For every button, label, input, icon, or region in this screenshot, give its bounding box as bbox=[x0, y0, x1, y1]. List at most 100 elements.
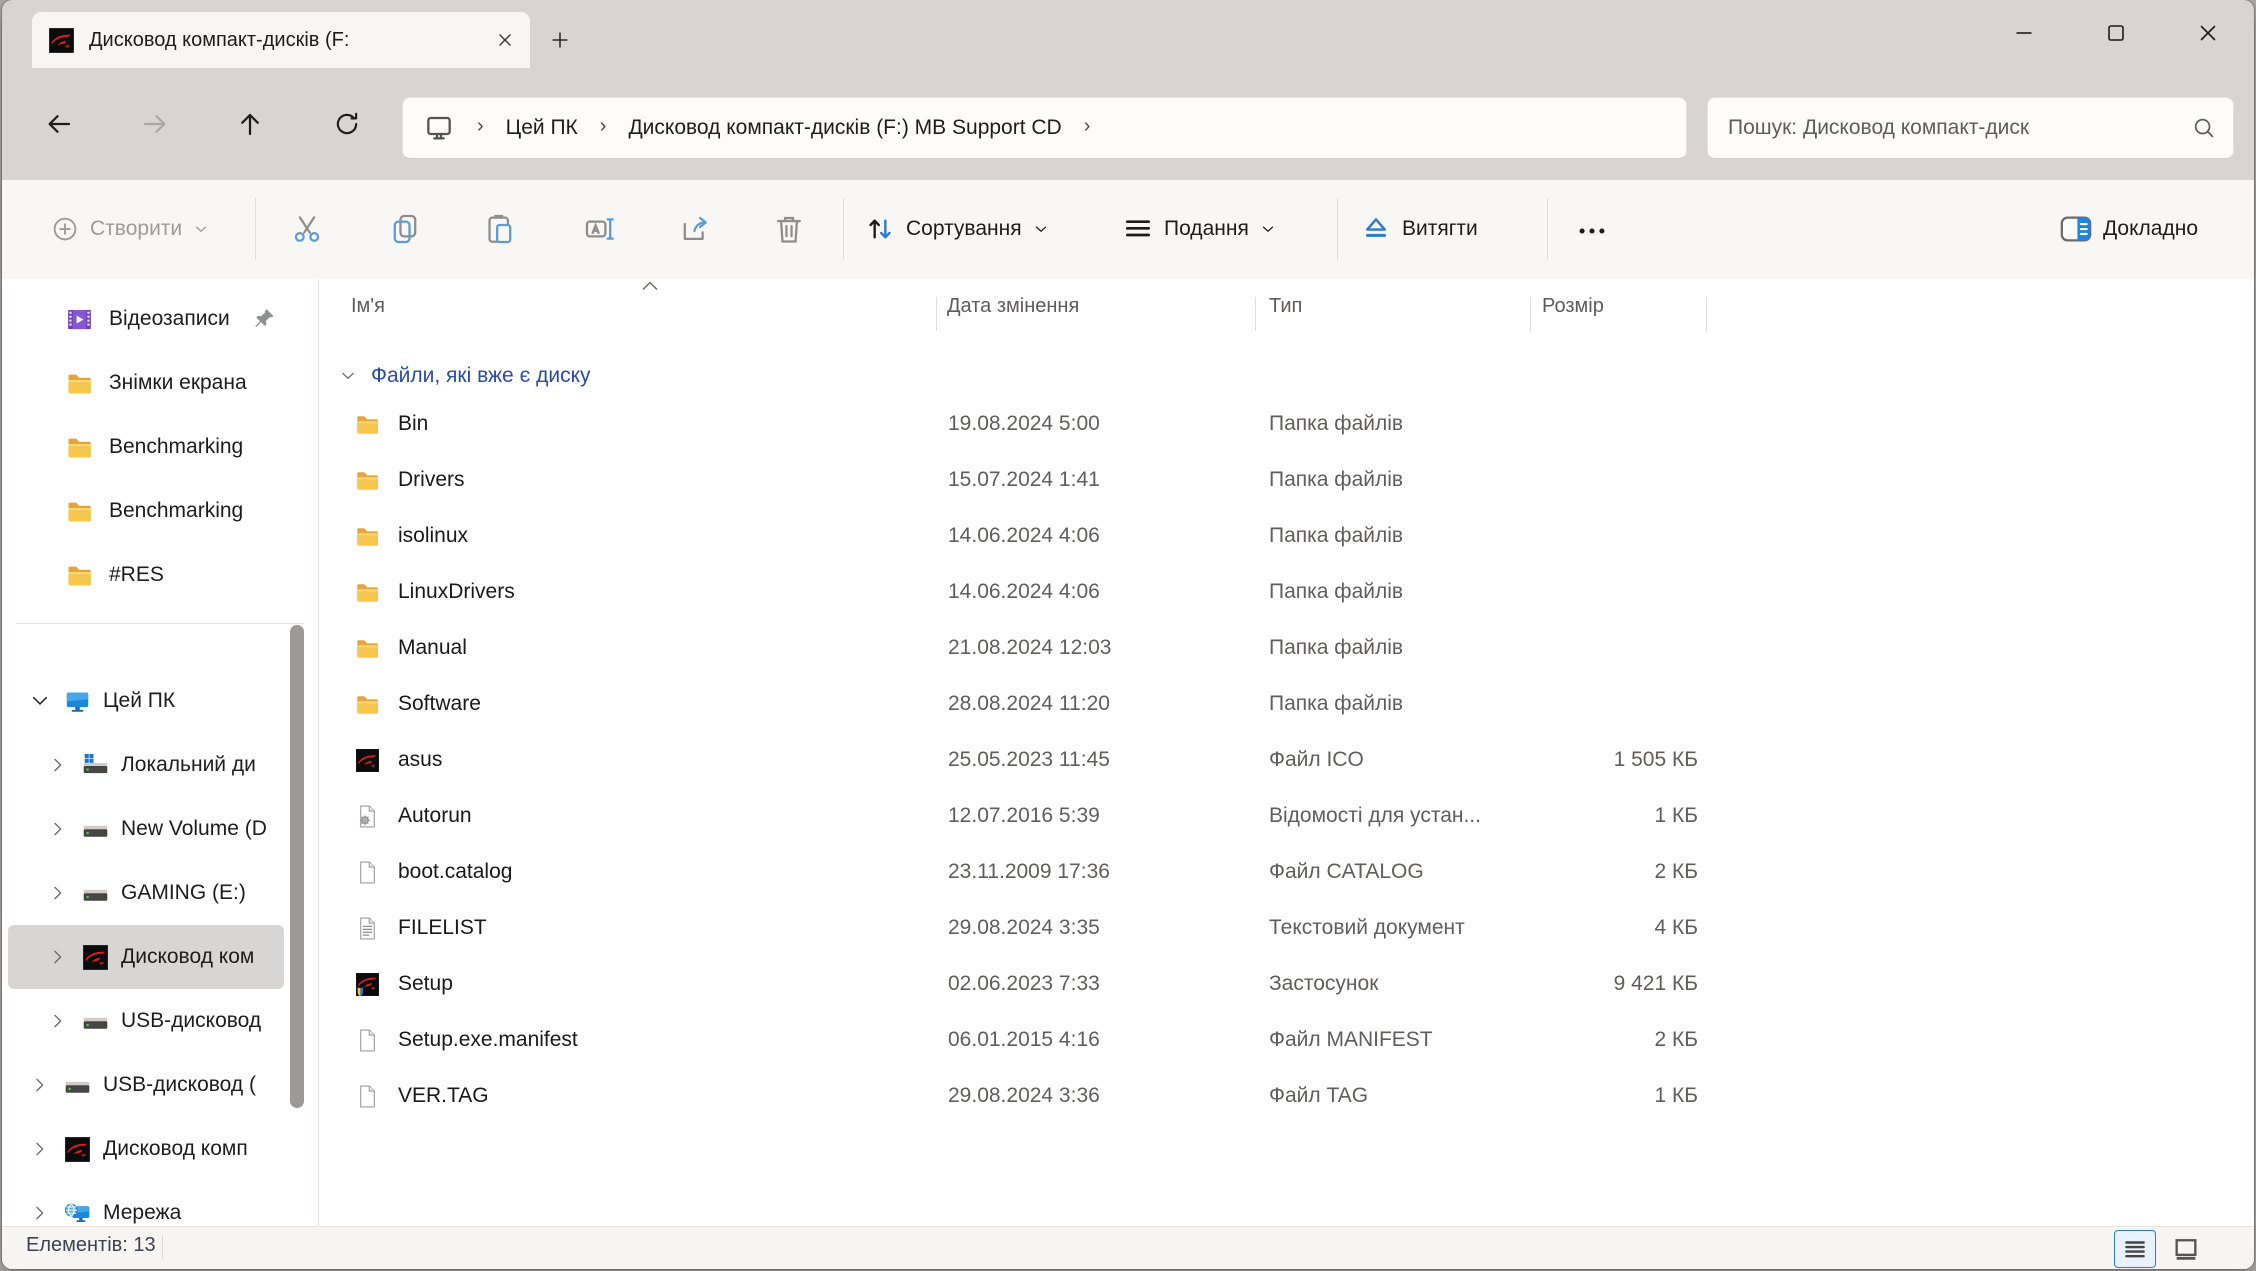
file-name-cell[interactable]: FILELIST bbox=[319, 916, 936, 941]
file-name-cell[interactable]: Setup.exe.manifest bbox=[319, 1028, 936, 1053]
table-row[interactable]: asus 25.05.2023 11:45 Файл ICO 1 505 КБ bbox=[319, 732, 2254, 788]
close-button[interactable] bbox=[2162, 0, 2254, 66]
tab-close-icon[interactable] bbox=[490, 25, 520, 55]
doc-icon bbox=[355, 1084, 380, 1109]
file-name-cell[interactable]: Manual bbox=[319, 636, 936, 661]
view-button[interactable]: Подання bbox=[1122, 180, 1277, 278]
table-row[interactable]: Setup.exe.manifest 06.01.2015 4:16 Файл MA… bbox=[319, 1012, 2254, 1068]
chevron-down-icon[interactable] bbox=[339, 367, 357, 385]
doc-icon bbox=[355, 860, 380, 885]
sidebar-tree-item[interactable]: GAMING (E:) bbox=[8, 861, 284, 925]
file-name-cell[interactable]: Drivers bbox=[319, 468, 936, 493]
chevron-right-icon[interactable] bbox=[46, 753, 70, 777]
sidebar-item-label: Відеозаписи bbox=[109, 307, 230, 330]
sidebar-tree-item[interactable]: Дисковод комп bbox=[8, 1117, 284, 1181]
column-header-name[interactable]: Ім'я bbox=[351, 295, 385, 318]
table-row[interactable]: boot.catalog 23.11.2009 17:36 Файл CATALOG… bbox=[319, 844, 2254, 900]
sidebar-pinned-item[interactable]: Benchmarking bbox=[8, 479, 284, 543]
file-name-cell[interactable]: Software bbox=[319, 692, 936, 717]
sort-button[interactable]: Сортування bbox=[864, 180, 1050, 278]
chevron-right-icon[interactable] bbox=[46, 881, 70, 905]
chevron-right-icon[interactable] bbox=[28, 1137, 52, 1161]
table-row[interactable]: Setup 02.06.2023 7:33 Застосунок 9 421 КБ bbox=[319, 956, 2254, 1012]
table-row[interactable]: Autorun 12.07.2016 5:39 Відомості для уста… bbox=[319, 788, 2254, 844]
more-options-button[interactable] bbox=[1567, 206, 1617, 256]
sidebar-pinned-item[interactable]: Знімки екрана bbox=[8, 351, 284, 415]
sidebar-tree-item[interactable]: Дисковод ком bbox=[8, 925, 284, 989]
sidebar-tree-item[interactable]: New Volume (D bbox=[8, 797, 284, 861]
disk-icon bbox=[82, 816, 109, 843]
chevron-right-icon[interactable] bbox=[28, 1201, 52, 1225]
file-name-cell[interactable]: LinuxDrivers bbox=[319, 580, 936, 605]
chevron-down-icon[interactable] bbox=[28, 689, 52, 713]
sidebar-pinned-item[interactable]: Benchmarking bbox=[8, 415, 284, 479]
table-row[interactable]: Drivers 15.07.2024 1:41 Папка файлів bbox=[319, 452, 2254, 508]
file-name-cell[interactable]: Setup bbox=[319, 972, 936, 997]
navigation-row: › Цей ПК › Дисковод компакт-дисків (F:) … bbox=[2, 68, 2254, 180]
rename-button[interactable] bbox=[575, 204, 625, 254]
chevron-right-icon[interactable] bbox=[46, 1009, 70, 1033]
rog-icon bbox=[64, 1136, 91, 1163]
table-row[interactable]: Bin 19.08.2024 5:00 Папка файлів bbox=[319, 396, 2254, 452]
sidebar-tree-item[interactable]: Локальний ди bbox=[8, 733, 284, 797]
column-header-date[interactable]: Дата змінення bbox=[947, 295, 1079, 318]
chevron-right-icon[interactable] bbox=[46, 817, 70, 841]
file-name-cell[interactable]: asus bbox=[319, 748, 936, 773]
new-tab-button[interactable] bbox=[540, 20, 580, 60]
file-date: 14.06.2024 4:06 bbox=[948, 580, 1100, 603]
refresh-button[interactable] bbox=[325, 102, 369, 146]
sidebar-tree-item[interactable]: Цей ПК bbox=[8, 669, 284, 733]
search-box[interactable] bbox=[1707, 97, 2234, 159]
eject-button[interactable]: Витягти bbox=[1360, 180, 1478, 278]
explorer-tab[interactable]: Дисковод компакт-дисків (F: bbox=[32, 12, 530, 68]
sidebar-tree-item[interactable]: USB-дисковод bbox=[8, 989, 284, 1053]
file-name-cell[interactable]: VER.TAG bbox=[319, 1084, 936, 1109]
file-name-cell[interactable]: Autorun bbox=[319, 804, 936, 829]
column-header-size[interactable]: Розмір bbox=[1542, 295, 1604, 318]
chevron-right-icon[interactable] bbox=[28, 1073, 52, 1097]
table-row[interactable]: Manual 21.08.2024 12:03 Папка файлів bbox=[319, 620, 2254, 676]
file-name-cell[interactable]: Bin bbox=[319, 412, 936, 437]
chevron-right-icon[interactable] bbox=[46, 945, 70, 969]
sidebar-scrollbar-thumb[interactable] bbox=[290, 625, 304, 1108]
breadcrumb-this-pc[interactable]: Цей ПК bbox=[496, 112, 588, 144]
column-separator[interactable] bbox=[1255, 297, 1256, 331]
column-separator[interactable] bbox=[1706, 297, 1707, 331]
sidebar-tree-item[interactable]: USB-дисковод ( bbox=[8, 1053, 284, 1117]
share-button[interactable] bbox=[670, 204, 720, 254]
copy-button[interactable] bbox=[380, 204, 430, 254]
new-button[interactable]: Створити bbox=[50, 180, 210, 278]
cut-button[interactable] bbox=[282, 204, 332, 254]
table-row[interactable]: isolinux 14.06.2024 4:06 Папка файлів bbox=[319, 508, 2254, 564]
breadcrumb-chevron[interactable]: › bbox=[1076, 115, 1099, 138]
search-input[interactable] bbox=[1726, 115, 2181, 141]
file-name-cell[interactable]: isolinux bbox=[319, 524, 936, 549]
table-row[interactable]: Software 28.08.2024 11:20 Папка файлів bbox=[319, 676, 2254, 732]
sidebar-pinned-item[interactable]: #RES bbox=[8, 543, 284, 607]
delete-button[interactable] bbox=[764, 204, 814, 254]
sidebar-pinned-item[interactable]: Відеозаписи bbox=[8, 287, 284, 351]
up-button[interactable] bbox=[228, 102, 272, 146]
column-separator[interactable] bbox=[1530, 297, 1531, 331]
large-icons-view-button[interactable] bbox=[2166, 1231, 2206, 1267]
column-header-type[interactable]: Тип bbox=[1269, 295, 1302, 318]
maximize-button[interactable] bbox=[2070, 0, 2162, 66]
sidebar-tree-item[interactable]: Мережа bbox=[8, 1181, 284, 1229]
toolbar-separator bbox=[255, 198, 256, 260]
address-bar[interactable]: › Цей ПК › Дисковод компакт-дисків (F:) … bbox=[402, 97, 1687, 159]
column-separator[interactable] bbox=[936, 297, 937, 331]
back-button[interactable] bbox=[37, 102, 81, 146]
details-view-button[interactable] bbox=[2114, 1230, 2156, 1268]
minimize-button[interactable] bbox=[1978, 0, 2070, 66]
table-row[interactable]: FILELIST 29.08.2024 3:35 Текстовий докумен… bbox=[319, 900, 2254, 956]
file-group-header[interactable]: Файли, які вже є диску bbox=[319, 357, 591, 395]
file-name-cell[interactable]: boot.catalog bbox=[319, 860, 936, 885]
table-row[interactable]: VER.TAG 29.08.2024 3:36 Файл TAG 1 КБ bbox=[319, 1068, 2254, 1124]
breadcrumb-current-folder[interactable]: Дисковод компакт-дисків (F:) MB Support … bbox=[618, 112, 1071, 144]
paste-button[interactable] bbox=[475, 204, 525, 254]
details-pane-button[interactable]: Докладно bbox=[2059, 180, 2198, 278]
sidebar-item-label: USB-дисковод ( bbox=[103, 1073, 256, 1096]
table-row[interactable]: LinuxDrivers 14.06.2024 4:06 Папка файлів bbox=[319, 564, 2254, 620]
file-group-label[interactable]: Файли, які вже є диску bbox=[371, 364, 591, 388]
forward-button[interactable] bbox=[133, 102, 177, 146]
